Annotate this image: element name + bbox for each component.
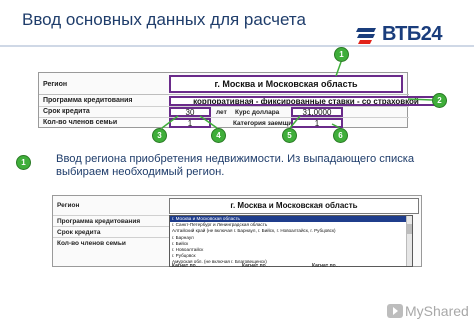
row-divider — [53, 226, 169, 227]
vtb-flag-icon — [356, 28, 376, 44]
region-dropdown-form: Регион г. Москва и Московская область Пр… — [52, 195, 422, 267]
myshared-watermark: MyShared — [387, 301, 473, 323]
description-badge: 1 — [16, 155, 31, 170]
row-divider — [53, 215, 169, 216]
table-header-cell: Кагнат по... — [242, 263, 270, 269]
slide-header: Ввод основных данных для расчета ВТБ24 — [0, 0, 474, 45]
callout-3: 3 — [152, 128, 167, 143]
region-label: Регион — [43, 81, 68, 88]
callout-6: 6 — [333, 128, 348, 143]
region-field[interactable]: г. Москва и Московская область — [169, 75, 403, 93]
scrollbar-thumb[interactable] — [407, 224, 412, 234]
term-label: Срок кредита — [43, 108, 90, 115]
row-divider — [39, 117, 409, 118]
rate-field[interactable]: 31,0000 — [291, 107, 343, 117]
obscured-table-header: Кагнат по... Кагнат по... Кагнат по... — [168, 263, 418, 270]
dropdown-scrollbar[interactable] — [406, 216, 412, 266]
region-label: Регион — [57, 202, 80, 209]
program-label: Программа кредитования — [57, 218, 141, 225]
description-text: Ввод региона приобретения недвижимости. … — [56, 153, 415, 178]
family-label: Кол-во членов семьи — [43, 119, 118, 126]
rate-label: Курс доллара — [235, 109, 280, 116]
program-label: Программа кредитования — [43, 97, 133, 104]
table-header-cell: Кагнат по... — [312, 263, 340, 269]
program-field[interactable]: корпоративная - фиксированные ставки - с… — [169, 96, 443, 106]
row-divider — [39, 106, 409, 107]
table-header-cell: Кагнат по... — [172, 263, 200, 269]
header-divider — [0, 45, 474, 47]
calculation-form: Регион г. Москва и Московская область Пр… — [38, 72, 443, 128]
slide-title: Ввод основных данных для расчета — [22, 10, 306, 29]
region-select[interactable]: г. Москва и Московская область — [169, 198, 419, 214]
term-field[interactable]: 30 — [169, 107, 211, 117]
callout-5: 5 — [282, 128, 297, 143]
family-label: Кол-во членов семьи — [57, 240, 126, 247]
vtb24-logo: ВТБ24 — [356, 20, 466, 48]
callout-2: 2 — [432, 93, 447, 108]
term-label: Срок кредита — [57, 229, 101, 236]
term-unit: лет — [216, 109, 227, 116]
logo-text: ВТБ24 — [382, 23, 443, 45]
category-field[interactable]: 1 — [291, 118, 343, 128]
play-icon — [387, 304, 403, 318]
callout-1: 1 — [334, 47, 349, 62]
watermark-text: MyShared — [405, 303, 469, 319]
region-dropdown-list[interactable]: г. Москва и Московская область г. Санкт-… — [169, 215, 413, 267]
row-divider — [53, 237, 169, 238]
callout-4: 4 — [211, 128, 226, 143]
category-label: Категория заемщика — [233, 120, 300, 127]
family-field[interactable]: 1 — [169, 118, 211, 128]
